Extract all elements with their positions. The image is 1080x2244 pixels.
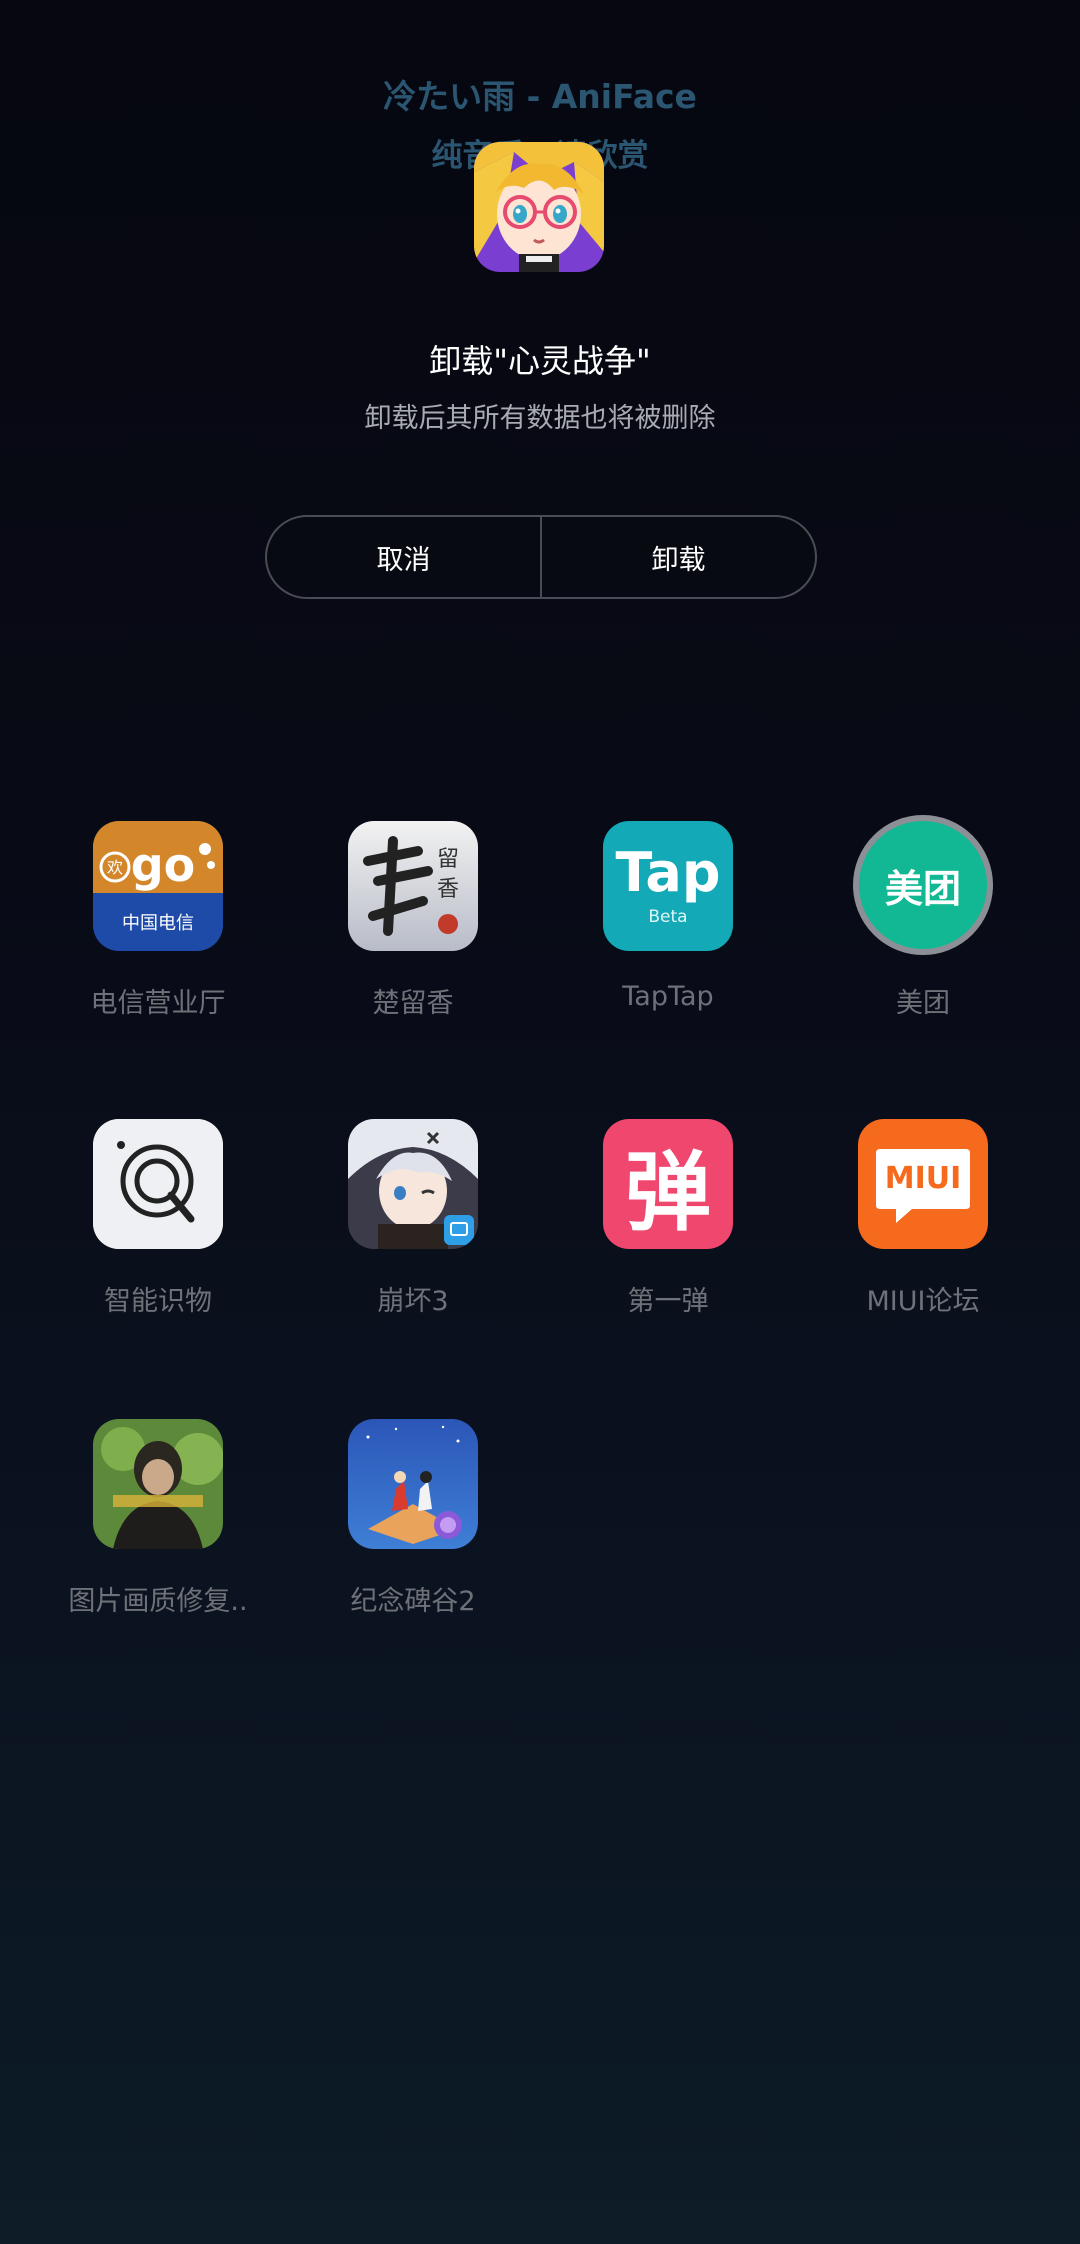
uninstall-dialog-buttons: 取消 卸载 [265,515,817,599]
meituan-icon: 美团 [853,815,993,955]
uninstall-button[interactable]: 卸载 [540,517,815,597]
app-item-chuliuxiang[interactable]: 留 香 楚留香 [285,821,541,1051]
app-item-telecom[interactable]: 欢 go 中国电信 电信营业厅 [30,821,286,1051]
app-label: 智能识物 [104,1286,212,1317]
app-label: TapTap [622,981,714,1012]
telecom-go-icon: 欢 go 中国电信 [93,821,223,951]
app-item-taptap[interactable]: Tap Beta TapTap [540,821,796,1051]
svg-text:留: 留 [437,847,459,872]
app-item-honkai[interactable]: 崩坏3 [285,1119,541,1349]
svg-text:go: go [131,838,196,892]
app-item-diyidan[interactable]: 弹 第一弹 [540,1119,796,1349]
app-item-smart-recognition[interactable]: 智能识物 [30,1119,286,1349]
anime-girl-glasses-icon [474,142,604,272]
app-item-photo-restore[interactable]: 图片画质修复.. [30,1419,286,1649]
app-item-meituan[interactable]: 美团 美团 [795,815,1051,1051]
app-label: 美团 [896,988,950,1019]
honkai-icon [348,1119,478,1249]
app-label: 图片画质修复.. [68,1586,248,1617]
app-item-monument-valley[interactable]: 纪念碑谷2 [285,1419,541,1649]
taptap-icon: Tap Beta [603,821,733,951]
taptap-icon-text: Tap [615,841,721,904]
chuliuxiang-icon: 留 香 [348,821,478,951]
monument-valley-icon [348,1419,478,1549]
music-track-title: 冷たい雨 - AniFace [383,77,697,116]
app-item-miui-forum[interactable]: MIUI MIUI论坛 [795,1119,1051,1349]
app-label: 崩坏3 [377,1286,449,1317]
uninstall-dialog-title: 卸载"心灵战争" [429,342,651,380]
diyidan-icon: 弹 [603,1119,733,1249]
app-label: MIUI论坛 [866,1286,980,1317]
cancel-button[interactable]: 取消 [267,517,540,597]
photo-restore-icon [93,1419,223,1549]
miui-forum-icon-text: MIUI [884,1161,962,1196]
diyidan-icon-text: 弹 [625,1142,711,1243]
uninstall-dialog-message: 卸载后其所有数据也将被删除 [364,403,716,434]
app-label: 楚留香 [372,988,454,1019]
magnifier-icon [93,1119,223,1249]
svg-text:中国电信: 中国电信 [122,913,194,934]
meituan-icon-text: 美团 [884,866,961,911]
svg-text:香: 香 [437,877,459,902]
svg-text:欢: 欢 [107,858,123,877]
app-label: 纪念碑谷2 [350,1586,476,1617]
app-label: 电信营业厅 [90,988,226,1019]
taptap-icon-subtext: Beta [648,907,688,927]
miui-forum-icon: MIUI [858,1119,988,1249]
app-label: 第一弹 [627,1286,709,1317]
